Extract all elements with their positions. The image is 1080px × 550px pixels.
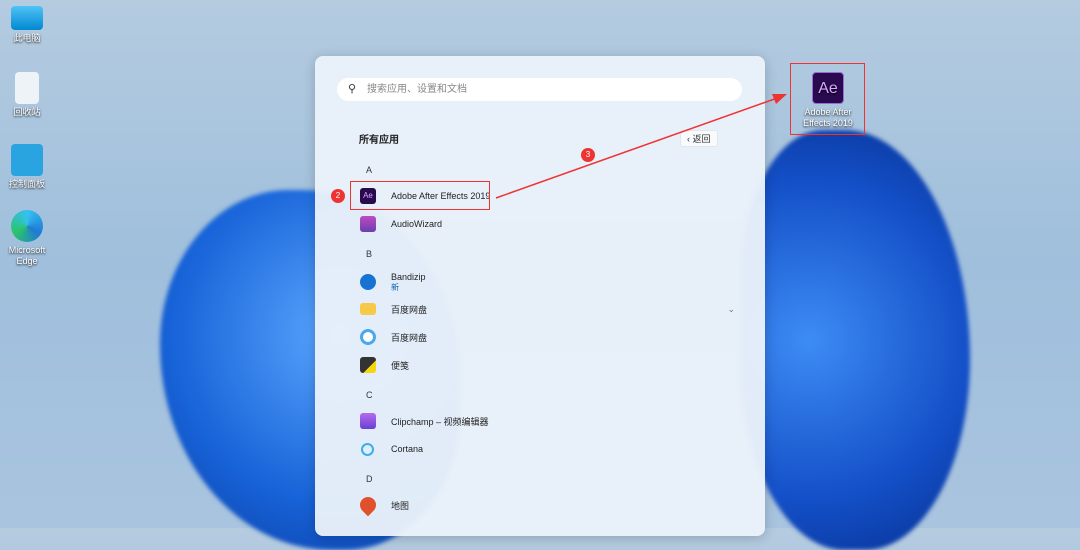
drag-arrow [495, 94, 787, 199]
